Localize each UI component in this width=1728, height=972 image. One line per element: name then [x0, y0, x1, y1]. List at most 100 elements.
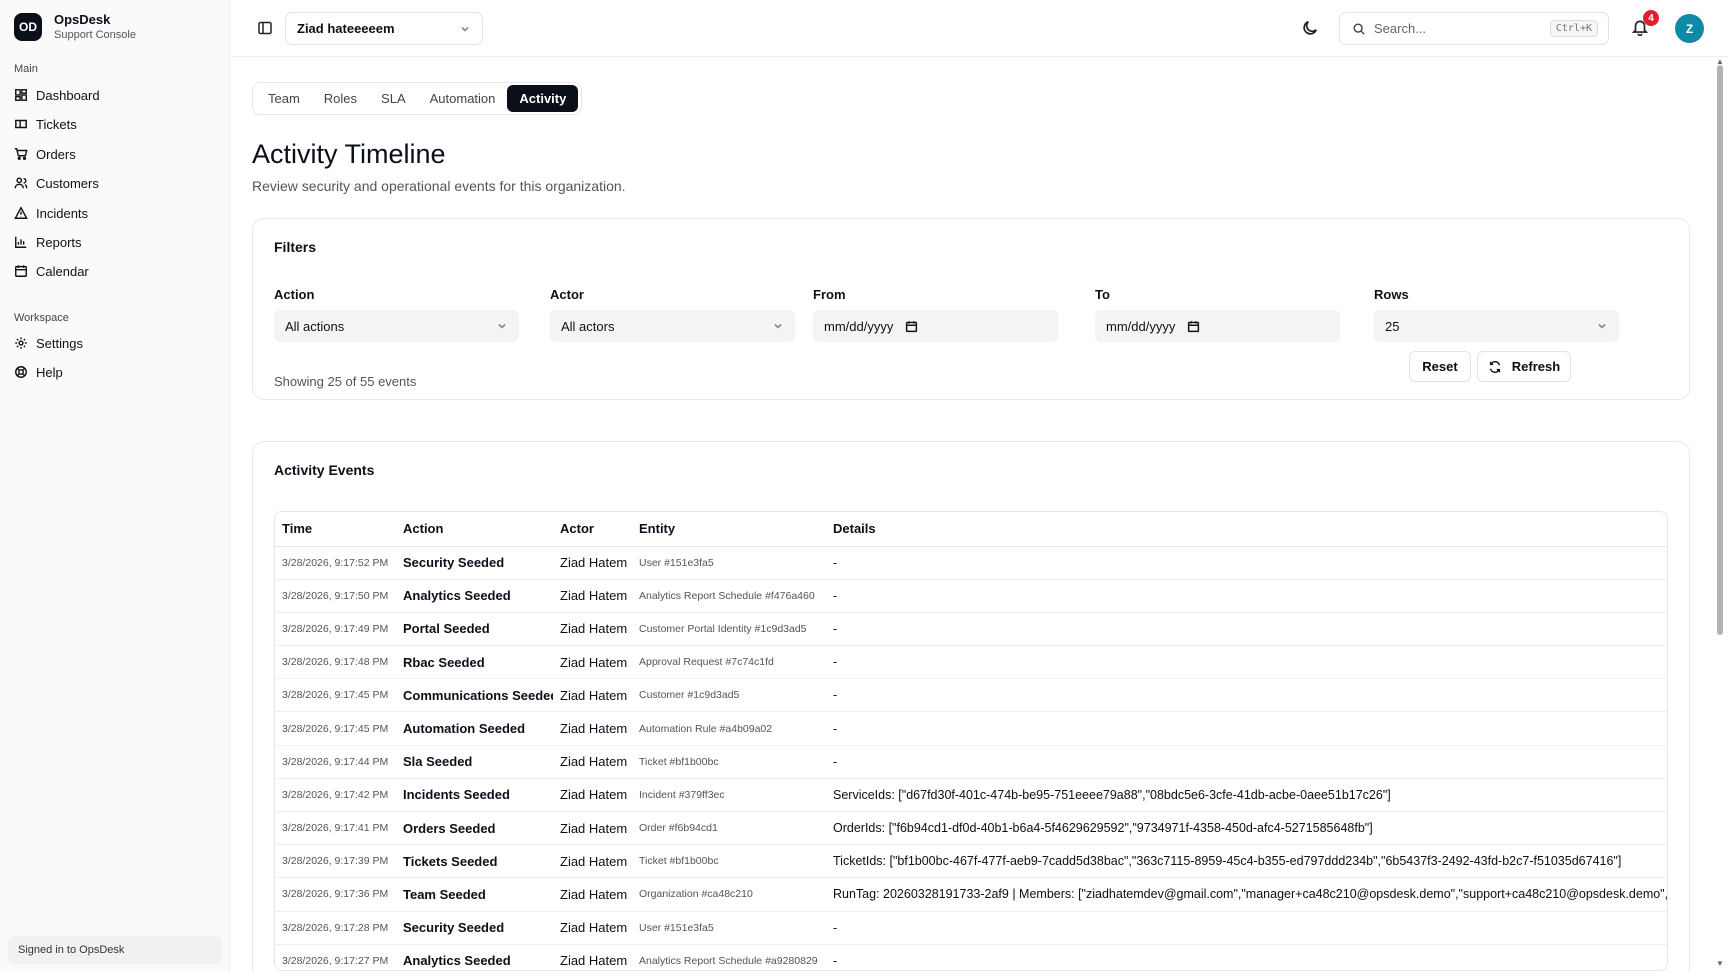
- calendar-icon[interactable]: [905, 320, 918, 333]
- notification-badge: 4: [1643, 10, 1659, 26]
- event-details: -: [826, 645, 1667, 680]
- table-row[interactable]: 3/28/2026, 9:17:39 PM Tickets Seeded Ziad …: [275, 844, 1667, 879]
- event-action: Orders Seeded: [396, 811, 553, 846]
- refresh-button-label: Refresh: [1511, 359, 1561, 374]
- event-time: 3/28/2026, 9:17:49 PM: [275, 612, 396, 647]
- brand-logo: OD: [14, 13, 42, 41]
- column-header-time[interactable]: Time: [275, 512, 396, 547]
- event-actor: Ziad Hatem: [553, 778, 632, 813]
- search-box[interactable]: Search... Ctrl+K: [1339, 12, 1609, 45]
- sidebar-section-main: Main: [14, 63, 38, 75]
- table-row[interactable]: 3/28/2026, 9:17:28 PM Security Seeded Ziad…: [275, 911, 1667, 945]
- to-date-value: mm/dd/yyyy: [1106, 318, 1176, 334]
- sidebar-item-label: Incidents: [36, 205, 89, 221]
- tab-automation[interactable]: Automation: [418, 85, 508, 112]
- filters-title: Filters: [274, 239, 317, 255]
- event-entity: User #151e3fa5: [632, 911, 826, 945]
- table-row[interactable]: 3/28/2026, 9:17:48 PM Rbac Seeded Ziad Hat…: [275, 645, 1667, 680]
- search-input[interactable]: Search...: [1374, 21, 1426, 36]
- tab-sla[interactable]: SLA: [369, 85, 418, 112]
- calendar-icon[interactable]: [1187, 320, 1200, 333]
- event-actor: Ziad Hatem: [553, 877, 632, 912]
- sidebar-item-orders[interactable]: Orders: [14, 144, 76, 164]
- event-entity: Ticket #bf1b00bc: [632, 745, 826, 779]
- column-header-entity[interactable]: Entity: [632, 512, 826, 547]
- rows-select[interactable]: 25: [1374, 310, 1619, 342]
- users-icon: [14, 177, 28, 189]
- event-time: 3/28/2026, 9:17:52 PM: [275, 546, 396, 580]
- event-time: 3/28/2026, 9:17:28 PM: [275, 911, 396, 945]
- sidebar-item-reports[interactable]: Reports: [14, 232, 82, 252]
- table-row[interactable]: 3/28/2026, 9:17:52 PM Security Seeded Ziad…: [275, 546, 1667, 580]
- event-details: -: [826, 612, 1667, 647]
- to-date-input[interactable]: mm/dd/yyyy: [1095, 310, 1340, 342]
- table-row[interactable]: 3/28/2026, 9:17:27 PM Analytics Seeded Zia…: [275, 944, 1667, 970]
- moon-icon[interactable]: [1301, 19, 1319, 37]
- event-action: Security Seeded: [396, 911, 553, 945]
- tab-roles[interactable]: Roles: [312, 85, 369, 112]
- action-filter-select[interactable]: All actions: [274, 310, 519, 342]
- action-filter-label: Action: [274, 287, 315, 302]
- scrollbar-thumb[interactable]: [1717, 65, 1723, 635]
- from-date-input[interactable]: mm/dd/yyyy: [813, 310, 1058, 342]
- calendar-icon: [15, 265, 27, 277]
- table-row[interactable]: 3/28/2026, 9:17:50 PM Analytics Seeded Zia…: [275, 579, 1667, 613]
- event-action: Incidents Seeded: [396, 778, 553, 813]
- event-entity: Ticket #bf1b00bc: [632, 844, 826, 879]
- table-row[interactable]: 3/28/2026, 9:17:44 PM Sla Seeded Ziad Hate…: [275, 745, 1667, 779]
- user-avatar[interactable]: Z: [1675, 14, 1704, 43]
- rows-value: 25: [1385, 318, 1400, 334]
- sidebar-item-settings[interactable]: Settings: [14, 333, 83, 353]
- search-shortcut: Ctrl+K: [1549, 20, 1598, 37]
- event-entity: Approval Request #7c74c1fd: [632, 645, 826, 680]
- event-details: -: [826, 944, 1667, 970]
- sidebar-toggle-icon[interactable]: [257, 20, 273, 36]
- event-time: 3/28/2026, 9:17:36 PM: [275, 877, 396, 912]
- column-header-actor[interactable]: Actor: [553, 512, 632, 547]
- chevron-down-icon: [1598, 323, 1606, 329]
- column-header-action[interactable]: Action: [396, 512, 553, 547]
- refresh-button[interactable]: Refresh: [1477, 351, 1571, 382]
- sidebar-item-incidents[interactable]: Incidents: [14, 203, 88, 223]
- table-row[interactable]: 3/28/2026, 9:17:49 PM Portal Seeded Ziad H…: [275, 612, 1667, 647]
- page-scrollbar[interactable]: ▲ ▼: [1714, 57, 1726, 972]
- event-time: 3/28/2026, 9:17:50 PM: [275, 579, 396, 613]
- sidebar-item-label: Calendar: [36, 263, 89, 279]
- table-header-row: Time Action Actor Entity Details: [275, 512, 1667, 547]
- brand[interactable]: OD OpsDesk Support Console: [14, 12, 136, 42]
- sidebar-item-calendar[interactable]: Calendar: [14, 261, 89, 281]
- sidebar-item-customers[interactable]: Customers: [14, 173, 99, 193]
- event-time: 3/28/2026, 9:17:45 PM: [275, 711, 396, 746]
- table-row[interactable]: 3/28/2026, 9:17:41 PM Orders Seeded Ziad H…: [275, 811, 1667, 846]
- table-row[interactable]: 3/28/2026, 9:17:45 PM Automation Seeded Zi…: [275, 711, 1667, 746]
- event-actor: Ziad Hatem: [553, 645, 632, 680]
- reset-button[interactable]: Reset: [1409, 351, 1471, 382]
- refresh-icon: [1489, 360, 1500, 373]
- sidebar-item-tickets[interactable]: Tickets: [14, 114, 77, 134]
- to-date-label: To: [1095, 287, 1110, 302]
- table-row[interactable]: 3/28/2026, 9:17:42 PM Incidents Seeded Zia…: [275, 778, 1667, 813]
- tab-team[interactable]: Team: [256, 85, 312, 112]
- sidebar-section-workspace: Workspace: [14, 312, 69, 324]
- activity-events-title: Activity Events: [274, 462, 375, 478]
- help-icon: [15, 366, 27, 378]
- table-row[interactable]: 3/28/2026, 9:17:45 PM Communications Seed…: [275, 678, 1667, 713]
- column-header-details[interactable]: Details: [826, 512, 1667, 547]
- event-actor: Ziad Hatem: [553, 711, 632, 746]
- organization-select[interactable]: Ziad hateeeeem: [285, 12, 483, 45]
- event-entity: Organization #ca48c210: [632, 877, 826, 912]
- actor-filter-select[interactable]: All actors: [550, 310, 795, 342]
- sidebar-item-dashboard[interactable]: Dashboard: [14, 85, 100, 105]
- event-actor: Ziad Hatem: [553, 546, 632, 580]
- scroll-down-arrow[interactable]: ▼: [1716, 959, 1724, 968]
- sidebar-item-help[interactable]: Help: [14, 362, 63, 382]
- tab-activity[interactable]: Activity: [507, 85, 579, 112]
- table-row[interactable]: 3/28/2026, 9:17:36 PM Team Seeded Ziad Hat…: [275, 877, 1667, 912]
- events-table: Time Action Actor Entity Details 3/28/20…: [274, 511, 1668, 971]
- bar-chart-icon: [15, 236, 27, 248]
- event-details: -: [826, 745, 1667, 779]
- brand-name: OpsDesk: [54, 12, 111, 27]
- alert-triangle-icon: [14, 206, 28, 219]
- event-entity: Order #f6b94cd1: [632, 811, 826, 846]
- event-actor: Ziad Hatem: [553, 579, 632, 613]
